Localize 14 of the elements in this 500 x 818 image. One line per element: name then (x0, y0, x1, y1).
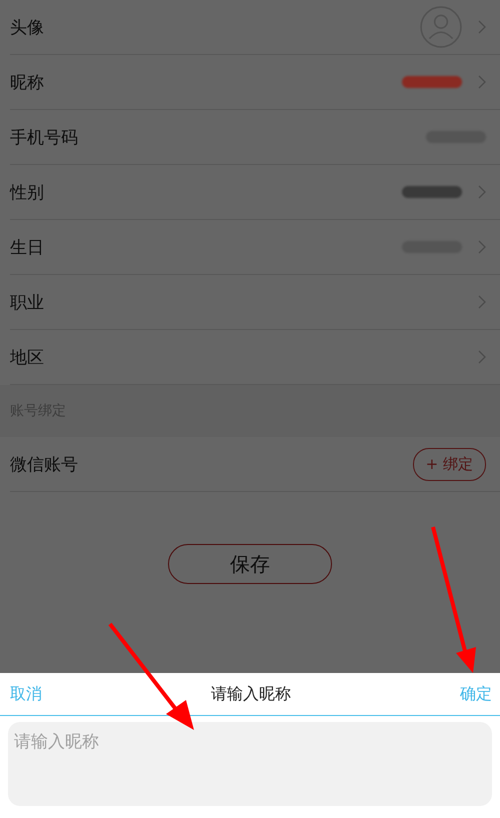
save-button[interactable]: 保存 (168, 544, 332, 584)
cancel-button[interactable]: 取消 (10, 684, 42, 704)
dialog-title: 请输入昵称 (211, 684, 291, 704)
row-label: 职业 (10, 292, 44, 314)
row-label: 昵称 (10, 72, 44, 94)
row-label: 生日 (10, 236, 44, 258)
bind-button[interactable]: + 绑定 (412, 448, 486, 480)
confirm-button[interactable]: 确定 (460, 684, 492, 704)
row-label: 微信账号 (10, 454, 78, 476)
row-label: 手机号码 (10, 126, 78, 148)
row-label: 性别 (10, 182, 44, 204)
row-label: 地区 (10, 346, 44, 368)
input-field[interactable]: 请输入昵称 (8, 722, 492, 806)
row-label: 头像 (10, 16, 44, 38)
